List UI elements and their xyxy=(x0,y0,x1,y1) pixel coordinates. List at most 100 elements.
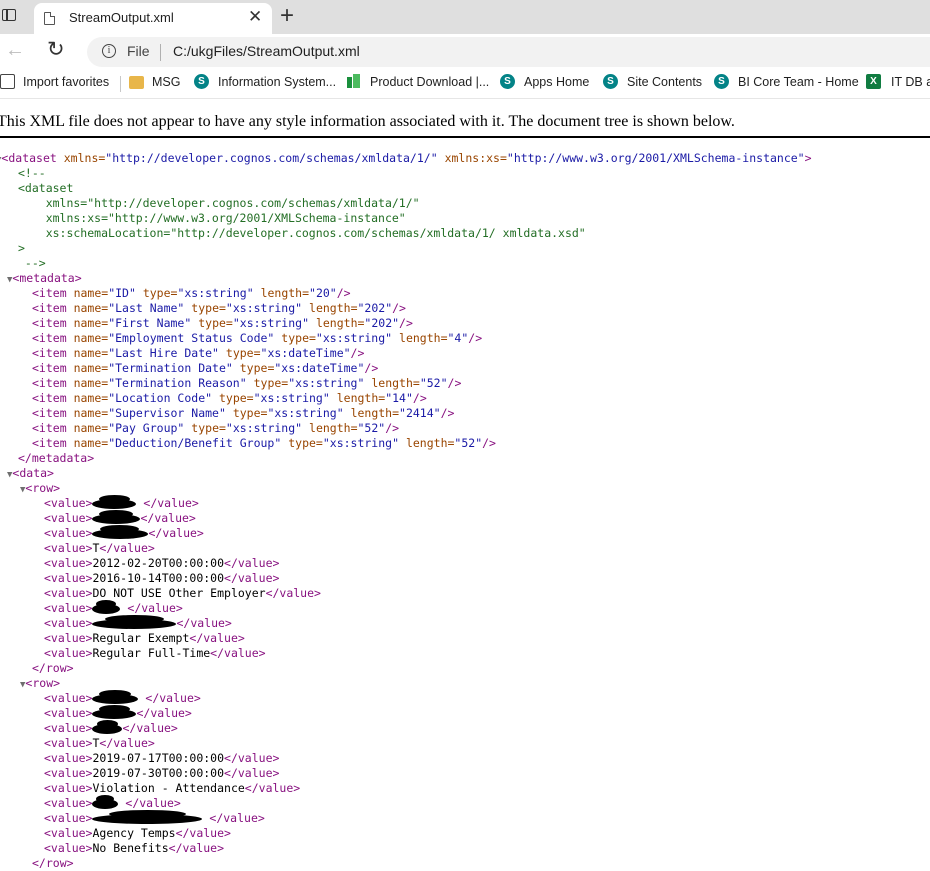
xml-tag: <item xyxy=(32,361,67,375)
xml-tag: /> xyxy=(385,421,400,435)
back-arrow-icon[interactable]: ← xyxy=(5,39,25,62)
xml-tag: <value> xyxy=(44,631,93,645)
xml-tag: <value> xyxy=(44,781,93,795)
xml-attr-name: name= xyxy=(73,316,109,330)
xml-value-line: <value>2016-10-14T00:00:00</value> xyxy=(44,571,279,586)
scheme-label: File xyxy=(127,43,150,59)
redaction-mark xyxy=(92,689,139,705)
xml-attr-value: "202" xyxy=(364,316,400,330)
xml-item-line: <item name="First Name" type="xs:string"… xyxy=(32,316,413,331)
xml-comment-line: xmlns:xs="http://www.w3.org/2001/XMLSche… xyxy=(18,211,406,226)
xml-value-text: Agency Temps xyxy=(92,826,176,840)
xml-tag: </value> xyxy=(210,646,266,660)
xml-comment: > xyxy=(18,241,25,255)
xml-value-line: <value> </value> xyxy=(44,704,192,721)
xml-attr-name: name= xyxy=(73,331,109,345)
xml-tag: <data> xyxy=(12,466,54,480)
favorite-information-system[interactable]: Information System... xyxy=(218,75,336,89)
xml-item-line: <item name="Last Hire Date" type="xs:dat… xyxy=(32,346,364,361)
tab-title: StreamOutput.xml xyxy=(69,10,174,25)
xml-attr-value: "52" xyxy=(419,376,448,390)
xml-tag: <value> xyxy=(44,601,93,615)
favorite-it-db[interactable]: IT DB ar xyxy=(891,75,930,89)
xml-value-text: 2016-10-14T00:00:00 xyxy=(92,571,225,585)
url-text[interactable]: C:/ukgFiles/StreamOutput.xml xyxy=(173,43,360,59)
xml-attr-name: name= xyxy=(73,406,109,420)
xml-value-line: <value>2019-07-17T00:00:00</value> xyxy=(44,751,279,766)
xml-tag: /> xyxy=(350,346,365,360)
xml-tag: </value> xyxy=(224,556,280,570)
xml-attr-value: "xs:string" xyxy=(225,421,303,435)
xml-tag: <value> xyxy=(44,541,93,555)
xml-tag: </value> xyxy=(224,571,280,585)
xml-item-line: <item name="Termination Date" type="xs:d… xyxy=(32,361,378,376)
xml-attr-name: length= xyxy=(399,331,448,345)
xml-value-line: <value>Violation - Attendance</value> xyxy=(44,781,300,796)
xml-comment-line: <dataset xyxy=(18,181,73,196)
xml-attr-name: name= xyxy=(73,361,109,375)
address-bar[interactable]: i File C:/ukgFiles/StreamOutput.xml xyxy=(87,37,930,67)
reload-icon[interactable]: ↻ xyxy=(47,37,65,62)
excel-icon: X xyxy=(866,74,881,89)
xml-tag: <value> xyxy=(44,556,93,570)
sharepoint-icon: S xyxy=(603,74,618,89)
xml-tag: <value> xyxy=(44,811,93,825)
xml-attr-name: name= xyxy=(73,436,109,450)
xml-value-line: <value> </value> xyxy=(44,794,181,811)
xml-comment: xs:schemaLocation="http://developer.cogn… xyxy=(18,226,586,240)
xml-tag: </metadata> xyxy=(18,451,95,465)
favorites-divider xyxy=(120,76,121,92)
xml-attr-value: "14" xyxy=(385,391,413,405)
tab-actions-icon[interactable] xyxy=(2,9,16,21)
xml-comment-line: <!-- xyxy=(18,166,46,181)
xml-attr-value: "xs:string" xyxy=(315,331,393,345)
folder-icon xyxy=(129,76,144,89)
favorite-site-contents[interactable]: Site Contents xyxy=(627,75,702,89)
import-icon xyxy=(0,74,15,89)
xml-value-text: DO NOT USE Other Employer xyxy=(92,586,266,600)
xml-attr-value: "202" xyxy=(357,301,393,315)
redaction-mark xyxy=(92,794,119,810)
xml-attr-value: "Location Code" xyxy=(108,391,213,405)
favorite-apps-home[interactable]: Apps Home xyxy=(524,75,589,89)
xml-value-line: <value> </value> xyxy=(44,509,196,526)
xml-item-line: <item name="Employment Status Code" type… xyxy=(32,331,482,346)
xml-tag: /> xyxy=(482,436,496,450)
xml-value-line: <value>Agency Temps</value> xyxy=(44,826,231,841)
xml-attr-value: "xs:string" xyxy=(253,391,330,405)
xml-tag: <item xyxy=(32,436,67,450)
xml-attr-name: type= xyxy=(232,406,268,420)
sharepoint-icon: S xyxy=(500,74,515,89)
redaction-mark xyxy=(92,809,203,825)
xml-tag: <item xyxy=(32,406,67,420)
new-tab-button[interactable]: + xyxy=(280,3,294,29)
favorite-bi-core-team[interactable]: BI Core Team - Home xyxy=(738,75,859,89)
tab-streamoutput[interactable]: StreamOutput.xml ✕ xyxy=(34,3,272,34)
xml-attr-name: length= xyxy=(309,421,358,435)
favorite-product-download[interactable]: Product Download |... xyxy=(370,75,489,89)
product-icon xyxy=(346,74,361,89)
xml-comment-line: > xyxy=(18,241,25,256)
xml-attr-name: type= xyxy=(239,361,275,375)
xml-value-line: <value> </value> xyxy=(44,719,178,736)
close-tab-icon[interactable]: ✕ xyxy=(248,7,262,27)
xml-item-line: <item name="Last Name" type="xs:string" … xyxy=(32,301,406,316)
xml-tag: <item xyxy=(32,286,67,300)
favorite-import[interactable]: Import favorites xyxy=(23,75,109,89)
xml-tag: </value> xyxy=(168,841,225,855)
xml-attr-name: name= xyxy=(73,391,109,405)
redaction-mark xyxy=(92,599,121,615)
xml-item-line: <item name="Supervisor Name" type="xs:st… xyxy=(32,406,454,421)
favorite-msg[interactable]: MSG xyxy=(152,75,180,89)
xml-value-line: <value>Regular Full-Time</value> xyxy=(44,646,266,661)
xml-tag: <value> xyxy=(44,826,93,840)
site-info-icon[interactable]: i xyxy=(102,44,116,58)
xml-comment: <!-- xyxy=(18,166,46,180)
xml-attr-name: xmlns= xyxy=(63,151,106,165)
xml-attr-value: "Deduction/Benefit Group" xyxy=(108,436,282,450)
xml-value-line: <value>2019-07-30T00:00:00</value> xyxy=(44,766,279,781)
xml-value-line: <value>Regular Exempt</value> xyxy=(44,631,245,646)
xml-tag: <value> xyxy=(44,721,93,735)
xml-attr-value: "ID" xyxy=(108,286,136,300)
xml-attr-value: "xs:dateTime" xyxy=(260,346,351,360)
